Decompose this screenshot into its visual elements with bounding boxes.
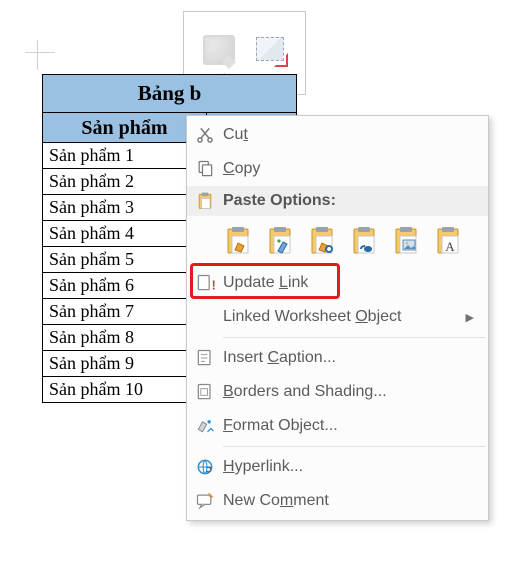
svg-text:!: ! bbox=[212, 279, 215, 293]
menu-linked-worksheet-object[interactable]: Linked Worksheet Object ▶ bbox=[187, 300, 488, 334]
paste-link-and-use-destination[interactable] bbox=[349, 222, 383, 260]
table-cell-product: Sản phẩm 10 bbox=[43, 377, 207, 403]
submenu-arrow-icon: ▶ bbox=[466, 311, 474, 324]
table-cell-product: Sản phẩm 6 bbox=[43, 273, 207, 299]
paste-icon bbox=[187, 191, 223, 211]
update-link-icon: ! bbox=[187, 273, 223, 293]
picture-style-icon bbox=[200, 33, 238, 67]
menu-paste-options-header: Paste Options: bbox=[187, 186, 488, 216]
menu-format-object[interactable]: Format Object... bbox=[187, 409, 488, 443]
insert-caption-icon bbox=[187, 348, 223, 368]
context-menu: Cut Copy Paste Options: A bbox=[186, 115, 489, 521]
table-title: Bảng b bbox=[43, 75, 297, 113]
menu-separator bbox=[223, 337, 486, 338]
menu-borders-and-shading[interactable]: Borders and Shading... bbox=[187, 375, 488, 409]
table-cell-product: Sản phẩm 7 bbox=[43, 299, 207, 325]
menu-update-link-label: Update Link bbox=[223, 274, 474, 292]
menu-hyperlink[interactable]: Hyperlink... bbox=[187, 450, 488, 484]
paste-picture[interactable] bbox=[391, 222, 425, 260]
menu-cut[interactable]: Cut bbox=[187, 118, 488, 152]
table-cell-product: Sản phẩm 8 bbox=[43, 325, 207, 351]
table-cell-product: Sản phẩm 1 bbox=[43, 143, 207, 169]
menu-paste-options-label: Paste Options: bbox=[223, 192, 474, 210]
menu-new-comment[interactable]: New Comment bbox=[187, 484, 488, 518]
copy-icon bbox=[187, 159, 223, 179]
menu-copy[interactable]: Copy bbox=[187, 152, 488, 186]
table-header-col1: Sản phẩm bbox=[43, 113, 207, 143]
paste-link-and-keep-source[interactable] bbox=[307, 222, 341, 260]
format-object-icon bbox=[187, 416, 223, 436]
menu-format-object-label: Format Object... bbox=[223, 417, 474, 435]
new-comment-icon bbox=[187, 491, 223, 511]
menu-update-link[interactable]: ! Update Link bbox=[187, 266, 488, 300]
menu-linked-worksheet-object-label: Linked Worksheet Object bbox=[223, 308, 460, 326]
table-cell-product: Sản phẩm 4 bbox=[43, 221, 207, 247]
hyperlink-icon bbox=[187, 457, 223, 477]
paste-keep-source-formatting[interactable] bbox=[223, 222, 257, 260]
menu-new-comment-label: New Comment bbox=[223, 492, 474, 510]
menu-copy-label: Copy bbox=[223, 160, 474, 178]
paste-keep-text-only[interactable]: A bbox=[433, 222, 467, 260]
table-cell-product: Sản phẩm 2 bbox=[43, 169, 207, 195]
ruler-corner bbox=[25, 40, 55, 70]
table-cell-product: Sản phẩm 5 bbox=[43, 247, 207, 273]
table-cell-product: Sản phẩm 3 bbox=[43, 195, 207, 221]
crop-icon bbox=[252, 33, 290, 67]
menu-cut-label: Cut bbox=[223, 126, 474, 144]
cut-icon bbox=[187, 125, 223, 145]
menu-separator bbox=[223, 446, 486, 447]
menu-insert-caption-label: Insert Caption... bbox=[223, 349, 474, 367]
menu-hyperlink-label: Hyperlink... bbox=[223, 458, 474, 476]
menu-insert-caption[interactable]: Insert Caption... bbox=[187, 341, 488, 375]
paste-use-destination-styles[interactable] bbox=[265, 222, 299, 260]
paste-options-row: A bbox=[187, 216, 488, 266]
svg-text:A: A bbox=[445, 239, 455, 254]
borders-icon bbox=[187, 382, 223, 402]
table-cell-product: Sản phẩm 9 bbox=[43, 351, 207, 377]
menu-borders-label: Borders and Shading... bbox=[223, 383, 474, 401]
